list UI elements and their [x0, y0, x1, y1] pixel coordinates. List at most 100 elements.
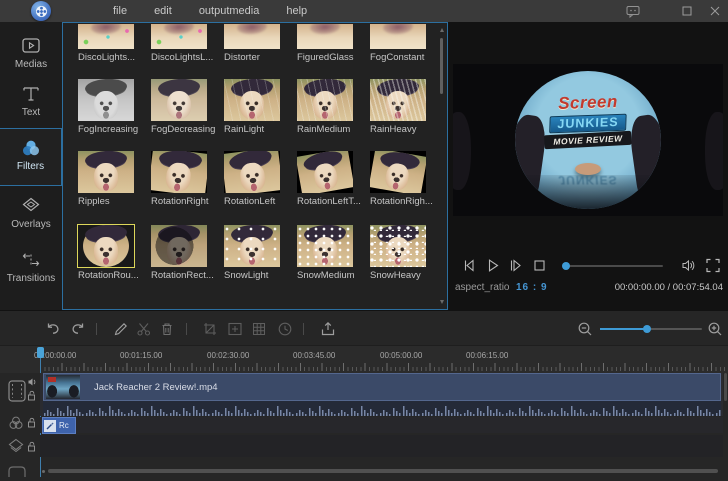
aspect-ratio-value[interactable]: 16 : 9: [516, 282, 548, 293]
sidebar-item-overlays[interactable]: Overlays: [0, 196, 62, 230]
play-button[interactable]: [484, 257, 501, 274]
feedback-icon[interactable]: [626, 5, 640, 18]
zoom-in-icon[interactable]: [706, 320, 724, 338]
filter-track-icon: [7, 415, 25, 431]
host-silhouette-right: [705, 112, 723, 190]
filter-item-rainheavy[interactable]: RainHeavy: [370, 79, 443, 135]
sidebar-item-medias[interactable]: Medias: [0, 36, 62, 70]
filter-item-discolightsl[interactable]: DiscoLightsL...: [151, 24, 224, 63]
video-clip-thumbnail: [46, 375, 80, 399]
playhead-handle[interactable]: [37, 347, 44, 358]
app-logo-icon[interactable]: [31, 1, 51, 21]
filter-item-snowheavy[interactable]: SnowHeavy: [370, 225, 443, 281]
playback-controls: [448, 254, 728, 280]
mosaic-button[interactable]: [250, 320, 268, 338]
filter-item-fogconstant[interactable]: FogConstant: [370, 24, 443, 63]
sidebar: Medias Text Filters Overlays Transitions: [0, 22, 62, 310]
medias-icon: [20, 36, 42, 56]
filter-item-rainmedium[interactable]: RainMedium: [297, 79, 370, 135]
menu-item-edit[interactable]: edit: [154, 5, 172, 17]
filter-item-distorter[interactable]: Distorter: [224, 24, 297, 63]
selected-filter-thumb[interactable]: [78, 225, 134, 267]
filter-item-ripples[interactable]: Ripples: [78, 151, 151, 207]
show-logo-line3: MOVIE REVIEW: [544, 131, 632, 150]
toolbar-separator: [186, 323, 187, 335]
filter-item-snowlight[interactable]: SnowLight: [224, 225, 297, 281]
seek-slider[interactable]: [563, 265, 663, 267]
timeline-zoom-slider[interactable]: [600, 328, 702, 330]
zoom-out-icon[interactable]: [576, 320, 594, 338]
filter-track-lock-icon[interactable]: [27, 417, 37, 428]
export-button[interactable]: [319, 320, 337, 338]
filter-item-rotationround-selected[interactable]: RotationRou...: [78, 225, 151, 281]
preview-info-bar: aspect_ratio 16 : 9 00:00:00.00 / 00:07:…: [448, 280, 728, 296]
toolbar-separator: [303, 323, 304, 335]
scroll-down-arrow[interactable]: [440, 300, 444, 304]
video-track-lock-icon[interactable]: [27, 390, 37, 401]
filter-item-snowmedium[interactable]: SnowMedium: [297, 225, 370, 281]
menu-item-outputmedia[interactable]: outputmedia: [199, 5, 260, 17]
aspect-ratio-label: aspect_ratio: [455, 282, 509, 293]
stop-button[interactable]: [532, 257, 547, 274]
filter-item-rotationrect[interactable]: RotationRect...: [151, 225, 224, 281]
film-reel-icon: [36, 6, 47, 17]
zoom-slider-fill: [600, 328, 647, 330]
close-button[interactable]: [710, 6, 720, 16]
filter-item-rotationrigh[interactable]: RotationRigh...: [370, 151, 443, 207]
undo-button[interactable]: [44, 320, 62, 338]
redo-button[interactable]: [69, 320, 87, 338]
filter-track-lane[interactable]: [40, 417, 723, 433]
duration-button[interactable]: [276, 320, 294, 338]
split-scissors-button[interactable]: [135, 320, 153, 338]
filters-scrollbar[interactable]: [440, 28, 444, 304]
menu-item-help[interactable]: help: [286, 5, 307, 17]
filter-item-fogincreasing[interactable]: FogIncreasing: [78, 79, 151, 135]
overlay-track-lock-icon[interactable]: [27, 441, 37, 452]
menu-item-file[interactable]: file: [113, 5, 127, 17]
video-preview[interactable]: Screen JUNKIES MOVIE REVIEW JUNKIES: [453, 64, 723, 216]
filter-item-rotationright[interactable]: RotationRight: [151, 151, 224, 207]
edit-clip-button[interactable]: [112, 320, 130, 338]
filter-item-discolights[interactable]: DiscoLights...: [78, 24, 151, 63]
zoom-clip-button[interactable]: [226, 320, 244, 338]
crop-button[interactable]: [201, 320, 219, 338]
overlay-track-lane[interactable]: [40, 435, 723, 457]
filter-item-rotationleft[interactable]: RotationLeft: [224, 151, 297, 207]
video-clip[interactable]: Jack Reacher 2 Review!.mp4: [43, 373, 721, 416]
timeline-ruler[interactable]: 00:00:00.00 00:01:15.00 00:02:30.00 00:0…: [0, 345, 728, 373]
next-frame-button[interactable]: [507, 257, 524, 274]
transitions-icon: [20, 250, 42, 270]
sidebar-item-filters[interactable]: Filters: [0, 128, 62, 186]
fullscreen-icon[interactable]: [705, 257, 721, 274]
show-logo-line2: JUNKIES: [549, 114, 627, 134]
overlays-icon: [20, 196, 42, 216]
scroll-up-arrow[interactable]: [440, 28, 444, 32]
maximize-button[interactable]: [682, 6, 692, 16]
video-editor-window: file edit outputmedia help Medias: [0, 0, 728, 481]
timeline-tracks: Jack Reacher 2 Review!.mp4: [0, 373, 728, 477]
timeline-horizontal-scrollbar[interactable]: [48, 469, 718, 473]
video-track-audio-icon[interactable]: [27, 377, 37, 387]
filter-item-figuredglass[interactable]: FiguredGlass: [297, 24, 370, 63]
seek-handle[interactable]: [562, 262, 570, 270]
video-clip-title: Jack Reacher 2 Review!.mp4: [94, 382, 218, 393]
filter-clip[interactable]: Rc: [42, 417, 76, 434]
ruler-label: 00:03:45.00: [293, 351, 335, 360]
sidebar-item-transitions[interactable]: Transitions: [0, 250, 62, 284]
sidebar-item-text[interactable]: Text: [0, 84, 62, 118]
volume-icon[interactable]: [680, 257, 697, 274]
scrollbar-thumb[interactable]: [440, 38, 443, 94]
hscroll-left-arrow[interactable]: [42, 470, 45, 473]
show-logo-line1: Screen: [515, 90, 661, 115]
ruler-ticks-major: [40, 363, 726, 371]
delete-button[interactable]: [158, 320, 176, 338]
timeline-toolbar: [0, 317, 728, 341]
filter-item-rotationleftt[interactable]: RotationLeftT...: [297, 151, 370, 207]
filter-clip-label: Rc: [59, 421, 69, 430]
zoom-slider-handle[interactable]: [643, 325, 651, 333]
timeline-vertical-scrollbar[interactable]: [724, 373, 727, 401]
ruler-label: 00:06:15.00: [466, 351, 508, 360]
previous-frame-button[interactable]: [461, 257, 478, 274]
filter-item-rainlight[interactable]: RainLight: [224, 79, 297, 135]
filter-item-fogdecreasing[interactable]: FogDecreasing: [151, 79, 224, 135]
